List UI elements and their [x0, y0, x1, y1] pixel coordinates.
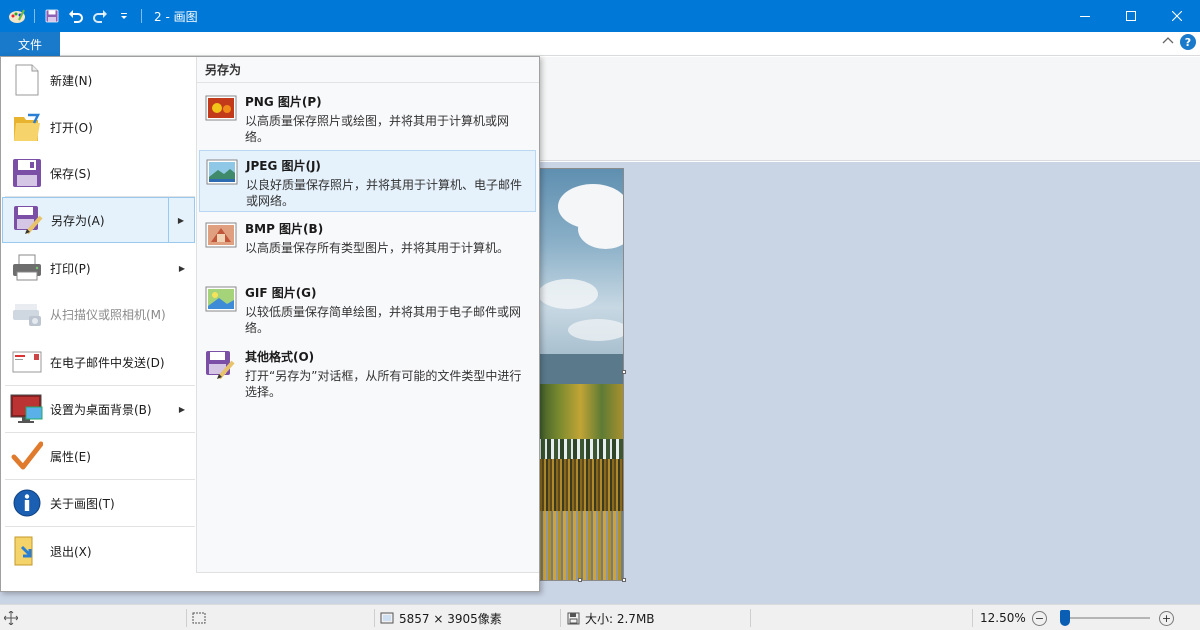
zoom-level: 12.50% — [980, 611, 1026, 625]
file-size: 大小: 2.7MB — [567, 605, 655, 630]
menu-item-save[interactable]: 保存(S) — [2, 150, 195, 196]
canvas-image[interactable] — [537, 168, 624, 581]
save-as-jpeg[interactable]: JPEG 图片(J) 以良好质量保存照片，并将其用于计算机、电子邮件或网络。 — [199, 150, 536, 212]
image-water — [538, 511, 623, 580]
close-button[interactable] — [1154, 0, 1200, 32]
file-menu: 新建(N) 打开(O) 保存(S) 另存为(A) ▶ 打印(P) ▶ 从扫描仪或… — [0, 56, 540, 592]
resize-handle[interactable] — [622, 578, 626, 582]
selection-icon — [192, 612, 206, 624]
menu-item-from-scanner[interactable]: 从扫描仪或照相机(M) — [2, 291, 195, 337]
quick-access-toolbar — [0, 0, 148, 32]
ribbon-tab-row: 文件 ? — [0, 32, 1200, 56]
menu-item-print[interactable]: 打印(P) ▶ — [2, 245, 195, 291]
move-cursor-icon — [4, 611, 18, 625]
submenu-arrow-icon: ▶ — [178, 404, 185, 414]
selection-size — [192, 605, 206, 630]
printer-icon — [10, 251, 44, 285]
save-icon[interactable] — [41, 5, 63, 27]
submenu-arrow-icon: ▶ — [177, 215, 184, 225]
menu-item-save-as[interactable]: 另存为(A) ▶ — [2, 197, 195, 243]
image-mountain — [538, 354, 623, 384]
submenu-arrow-icon: ▶ — [178, 263, 185, 273]
toolbar-separator — [34, 9, 35, 23]
disk-icon — [567, 612, 580, 624]
menu-item-send-email[interactable]: 在电子邮件中发送(D) — [2, 339, 195, 385]
jpeg-image-icon — [206, 159, 238, 185]
maximize-button[interactable] — [1108, 0, 1154, 32]
customize-toolbar-chevron-icon[interactable] — [113, 5, 135, 27]
status-bar: 5857 × 3905像素 大小: 2.7MB 12.50% − + — [0, 604, 1200, 630]
menu-item-set-desktop-background[interactable]: 设置为桌面背景(B) ▶ — [2, 386, 195, 432]
menu-item-about-paint[interactable]: 关于画图(T) — [2, 480, 195, 526]
toolbar-separator — [141, 9, 142, 23]
resize-handle[interactable] — [622, 370, 626, 374]
file-tab[interactable]: 文件 — [0, 32, 60, 56]
resize-handle[interactable] — [578, 578, 582, 582]
png-image-icon — [205, 95, 237, 121]
submenu-header: 另存为 — [197, 57, 539, 83]
other-formats-icon — [205, 350, 237, 380]
window-title: 2 - 画图 — [154, 9, 198, 24]
paint-app-icon[interactable] — [6, 5, 28, 27]
cursor-position — [4, 605, 18, 630]
properties-checkmark-icon — [10, 439, 44, 473]
new-document-icon — [10, 63, 44, 97]
image-size-icon — [380, 612, 394, 624]
save-as-bmp[interactable]: BMP 图片(B) 以高质量保存所有类型图片，并将其用于计算机。 — [199, 214, 536, 276]
save-as-submenu: 另存为 PNG 图片(P) 以高质量保存照片或绘图，并将其用于计算机或网络。 J… — [196, 57, 539, 573]
desktop-background-icon — [10, 392, 44, 426]
menu-item-new[interactable]: 新建(N) — [2, 57, 195, 103]
save-as-other-formats[interactable]: 其他格式(O) 打开“另存为”对话框，从所有可能的文件类型中进行选择。 — [199, 342, 536, 404]
help-icon[interactable]: ? — [1180, 34, 1196, 50]
image-band — [538, 459, 623, 511]
title-bar: 2 - 画图 — [0, 0, 1200, 32]
minimize-button[interactable] — [1062, 0, 1108, 32]
save-as-icon — [11, 203, 45, 237]
maximize-icon — [1126, 11, 1136, 21]
menu-item-properties[interactable]: 属性(E) — [2, 433, 195, 479]
zoom-slider-thumb[interactable] — [1060, 610, 1070, 626]
menu-item-exit[interactable]: 退出(X) — [2, 528, 195, 574]
image-trees — [538, 439, 623, 459]
menu-item-open[interactable]: 打开(O) — [2, 104, 195, 150]
save-as-gif[interactable]: GIF 图片(G) 以较低质量保存简单绘图，并将其用于电子邮件或网络。 — [199, 278, 536, 340]
scanner-icon — [10, 297, 44, 331]
minimize-icon — [1080, 16, 1090, 17]
bmp-image-icon — [205, 222, 237, 248]
exit-icon — [10, 534, 44, 568]
save-as-png[interactable]: PNG 图片(P) 以高质量保存照片或绘图，并将其用于计算机或网络。 — [199, 87, 536, 149]
zoom-slider-track[interactable] — [1062, 617, 1150, 619]
email-icon — [10, 345, 44, 379]
file-menu-commands: 新建(N) 打开(O) 保存(S) 另存为(A) ▶ 打印(P) ▶ 从扫描仪或… — [1, 57, 195, 591]
info-icon — [10, 486, 44, 520]
redo-icon[interactable] — [89, 5, 111, 27]
zoom-in-button[interactable]: + — [1159, 611, 1174, 626]
save-icon — [10, 156, 44, 190]
ribbon-controls: ? — [1162, 34, 1196, 50]
image-dimensions: 5857 × 3905像素 — [380, 605, 502, 630]
zoom-out-button[interactable]: − — [1032, 611, 1047, 626]
gif-image-icon — [205, 286, 237, 312]
collapse-ribbon-icon[interactable] — [1162, 35, 1174, 49]
window-controls — [1062, 0, 1200, 32]
open-folder-icon — [10, 110, 44, 144]
image-sky — [538, 169, 623, 354]
undo-icon[interactable] — [65, 5, 87, 27]
close-icon — [1172, 11, 1182, 21]
